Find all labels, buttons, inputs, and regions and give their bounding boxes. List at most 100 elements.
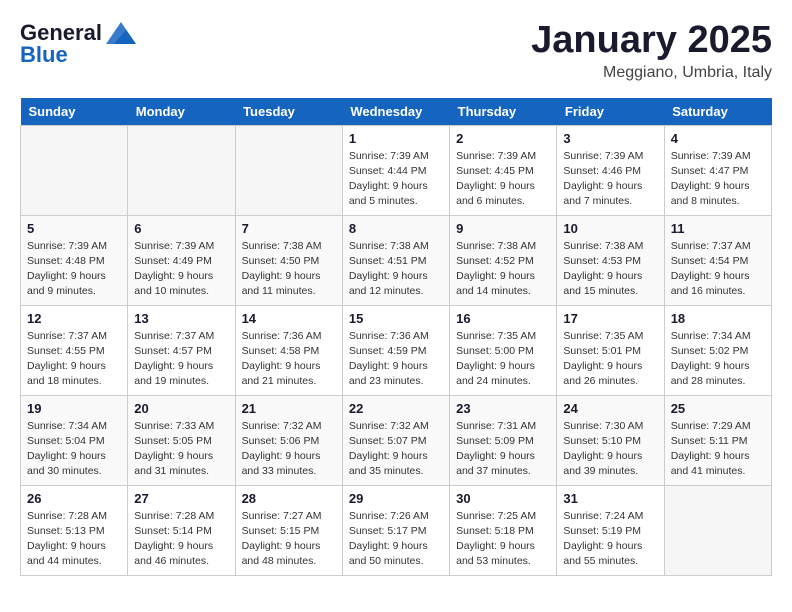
day-info: Sunrise: 7:31 AM Sunset: 5:09 PM Dayligh… — [456, 419, 550, 480]
calendar-cell: 21 Sunrise: 7:32 AM Sunset: 5:06 PM Dayli… — [235, 395, 342, 485]
weekday-header: Friday — [557, 98, 664, 126]
day-number: 11 — [671, 221, 765, 236]
day-info: Sunrise: 7:37 AM Sunset: 4:55 PM Dayligh… — [27, 329, 121, 390]
weekday-header: Tuesday — [235, 98, 342, 126]
calendar-cell: 9Sunrise: 7:38 AM Sunset: 4:52 PM Daylig… — [450, 215, 557, 305]
day-number: 17 — [563, 311, 657, 326]
calendar-cell: 8 Sunrise: 7:38 AM Sunset: 4:51 PM Daylig… — [342, 215, 449, 305]
day-number: 20 — [134, 401, 228, 416]
day-number: 14 — [242, 311, 336, 326]
calendar-cell: 25 Sunrise: 7:29 AM Sunset: 5:11 PM Dayli… — [664, 395, 771, 485]
day-info: Sunrise: 7:39 AM Sunset: 4:48 PM Dayligh… — [27, 239, 121, 300]
calendar-title-block: January 2025 Meggiano, Umbria, Italy — [531, 20, 772, 82]
calendar-cell: 12 Sunrise: 7:37 AM Sunset: 4:55 PM Dayli… — [21, 305, 128, 395]
logo-blue: Blue — [20, 42, 68, 68]
calendar-cell: 18 Sunrise: 7:34 AM Sunset: 5:02 PM Dayli… — [664, 305, 771, 395]
calendar-cell: 27 Sunrise: 7:28 AM Sunset: 5:14 PM Dayli… — [128, 485, 235, 575]
month-title: January 2025 — [531, 20, 772, 62]
day-number: 18 — [671, 311, 765, 326]
day-number: 19 — [27, 401, 121, 416]
calendar-cell: 6 Sunrise: 7:39 AM Sunset: 4:49 PM Daylig… — [128, 215, 235, 305]
calendar-cell: 5 Sunrise: 7:39 AM Sunset: 4:48 PM Daylig… — [21, 215, 128, 305]
day-number: 29 — [349, 491, 443, 506]
day-number: 25 — [671, 401, 765, 416]
calendar-cell: 17 Sunrise: 7:35 AM Sunset: 5:01 PM Dayli… — [557, 305, 664, 395]
calendar-cell: 19 Sunrise: 7:34 AM Sunset: 5:04 PM Dayli… — [21, 395, 128, 485]
calendar-cell: 10Sunrise: 7:38 AM Sunset: 4:53 PM Dayli… — [557, 215, 664, 305]
calendar-cell: 2Sunrise: 7:39 AM Sunset: 4:45 PM Daylig… — [450, 125, 557, 215]
calendar-cell: 4Sunrise: 7:39 AM Sunset: 4:47 PM Daylig… — [664, 125, 771, 215]
calendar-cell: 22 Sunrise: 7:32 AM Sunset: 5:07 PM Dayli… — [342, 395, 449, 485]
calendar-week-row: 1Sunrise: 7:39 AM Sunset: 4:44 PM Daylig… — [21, 125, 772, 215]
calendar-cell: 14 Sunrise: 7:36 AM Sunset: 4:58 PM Dayli… — [235, 305, 342, 395]
day-number: 9 — [456, 221, 550, 236]
day-info: Sunrise: 7:39 AM Sunset: 4:49 PM Dayligh… — [134, 239, 228, 300]
weekday-header: Saturday — [664, 98, 771, 126]
day-info: Sunrise: 7:37 AM Sunset: 4:57 PM Dayligh… — [134, 329, 228, 390]
day-info: Sunrise: 7:32 AM Sunset: 5:06 PM Dayligh… — [242, 419, 336, 480]
day-info: Sunrise: 7:28 AM Sunset: 5:14 PM Dayligh… — [134, 509, 228, 570]
day-info: Sunrise: 7:38 AM Sunset: 4:50 PM Dayligh… — [242, 239, 336, 300]
calendar-cell: 23 Sunrise: 7:31 AM Sunset: 5:09 PM Dayli… — [450, 395, 557, 485]
day-info: Sunrise: 7:35 AM Sunset: 5:00 PM Dayligh… — [456, 329, 550, 390]
day-number: 31 — [563, 491, 657, 506]
day-info: Sunrise: 7:39 AM Sunset: 4:46 PM Dayligh… — [563, 149, 657, 210]
day-number: 3 — [563, 131, 657, 146]
day-info: Sunrise: 7:28 AM Sunset: 5:13 PM Dayligh… — [27, 509, 121, 570]
calendar-cell: 16 Sunrise: 7:35 AM Sunset: 5:00 PM Dayli… — [450, 305, 557, 395]
calendar-cell — [235, 125, 342, 215]
logo-icon — [106, 22, 136, 44]
day-number: 1 — [349, 131, 443, 146]
calendar-cell — [128, 125, 235, 215]
calendar-cell: 29 Sunrise: 7:26 AM Sunset: 5:17 PM Dayli… — [342, 485, 449, 575]
day-info: Sunrise: 7:36 AM Sunset: 4:58 PM Dayligh… — [242, 329, 336, 390]
weekday-header: Thursday — [450, 98, 557, 126]
calendar-cell: 24 Sunrise: 7:30 AM Sunset: 5:10 PM Dayli… — [557, 395, 664, 485]
day-number: 15 — [349, 311, 443, 326]
day-number: 5 — [27, 221, 121, 236]
day-info: Sunrise: 7:38 AM Sunset: 4:53 PM Dayligh… — [563, 239, 657, 300]
calendar-week-row: 12 Sunrise: 7:37 AM Sunset: 4:55 PM Dayli… — [21, 305, 772, 395]
calendar-week-row: 26 Sunrise: 7:28 AM Sunset: 5:13 PM Dayli… — [21, 485, 772, 575]
weekday-header: Sunday — [21, 98, 128, 126]
day-number: 30 — [456, 491, 550, 506]
day-info: Sunrise: 7:36 AM Sunset: 4:59 PM Dayligh… — [349, 329, 443, 390]
day-number: 12 — [27, 311, 121, 326]
day-number: 16 — [456, 311, 550, 326]
location-title: Meggiano, Umbria, Italy — [531, 64, 772, 82]
day-number: 8 — [349, 221, 443, 236]
day-info: Sunrise: 7:26 AM Sunset: 5:17 PM Dayligh… — [349, 509, 443, 570]
day-number: 24 — [563, 401, 657, 416]
calendar-cell — [21, 125, 128, 215]
day-number: 21 — [242, 401, 336, 416]
day-info: Sunrise: 7:33 AM Sunset: 5:05 PM Dayligh… — [134, 419, 228, 480]
day-number: 6 — [134, 221, 228, 236]
weekday-header-row: SundayMondayTuesdayWednesdayThursdayFrid… — [21, 98, 772, 126]
day-info: Sunrise: 7:34 AM Sunset: 5:02 PM Dayligh… — [671, 329, 765, 390]
weekday-header: Monday — [128, 98, 235, 126]
day-number: 22 — [349, 401, 443, 416]
calendar-cell: 1Sunrise: 7:39 AM Sunset: 4:44 PM Daylig… — [342, 125, 449, 215]
day-number: 23 — [456, 401, 550, 416]
day-number: 28 — [242, 491, 336, 506]
page-header: General Blue January 2025 Meggiano, Umbr… — [20, 20, 772, 82]
day-info: Sunrise: 7:39 AM Sunset: 4:47 PM Dayligh… — [671, 149, 765, 210]
day-info: Sunrise: 7:29 AM Sunset: 5:11 PM Dayligh… — [671, 419, 765, 480]
day-info: Sunrise: 7:34 AM Sunset: 5:04 PM Dayligh… — [27, 419, 121, 480]
calendar-table: SundayMondayTuesdayWednesdayThursdayFrid… — [20, 98, 772, 576]
day-info: Sunrise: 7:35 AM Sunset: 5:01 PM Dayligh… — [563, 329, 657, 390]
day-info: Sunrise: 7:30 AM Sunset: 5:10 PM Dayligh… — [563, 419, 657, 480]
day-info: Sunrise: 7:25 AM Sunset: 5:18 PM Dayligh… — [456, 509, 550, 570]
day-info: Sunrise: 7:38 AM Sunset: 4:51 PM Dayligh… — [349, 239, 443, 300]
calendar-cell — [664, 485, 771, 575]
day-number: 27 — [134, 491, 228, 506]
logo: General Blue — [20, 20, 136, 68]
day-number: 26 — [27, 491, 121, 506]
calendar-cell: 11Sunrise: 7:37 AM Sunset: 4:54 PM Dayli… — [664, 215, 771, 305]
calendar-cell: 15 Sunrise: 7:36 AM Sunset: 4:59 PM Dayli… — [342, 305, 449, 395]
calendar-cell: 7Sunrise: 7:38 AM Sunset: 4:50 PM Daylig… — [235, 215, 342, 305]
day-info: Sunrise: 7:27 AM Sunset: 5:15 PM Dayligh… — [242, 509, 336, 570]
calendar-week-row: 5 Sunrise: 7:39 AM Sunset: 4:48 PM Daylig… — [21, 215, 772, 305]
calendar-cell: 13Sunrise: 7:37 AM Sunset: 4:57 PM Dayli… — [128, 305, 235, 395]
day-info: Sunrise: 7:32 AM Sunset: 5:07 PM Dayligh… — [349, 419, 443, 480]
